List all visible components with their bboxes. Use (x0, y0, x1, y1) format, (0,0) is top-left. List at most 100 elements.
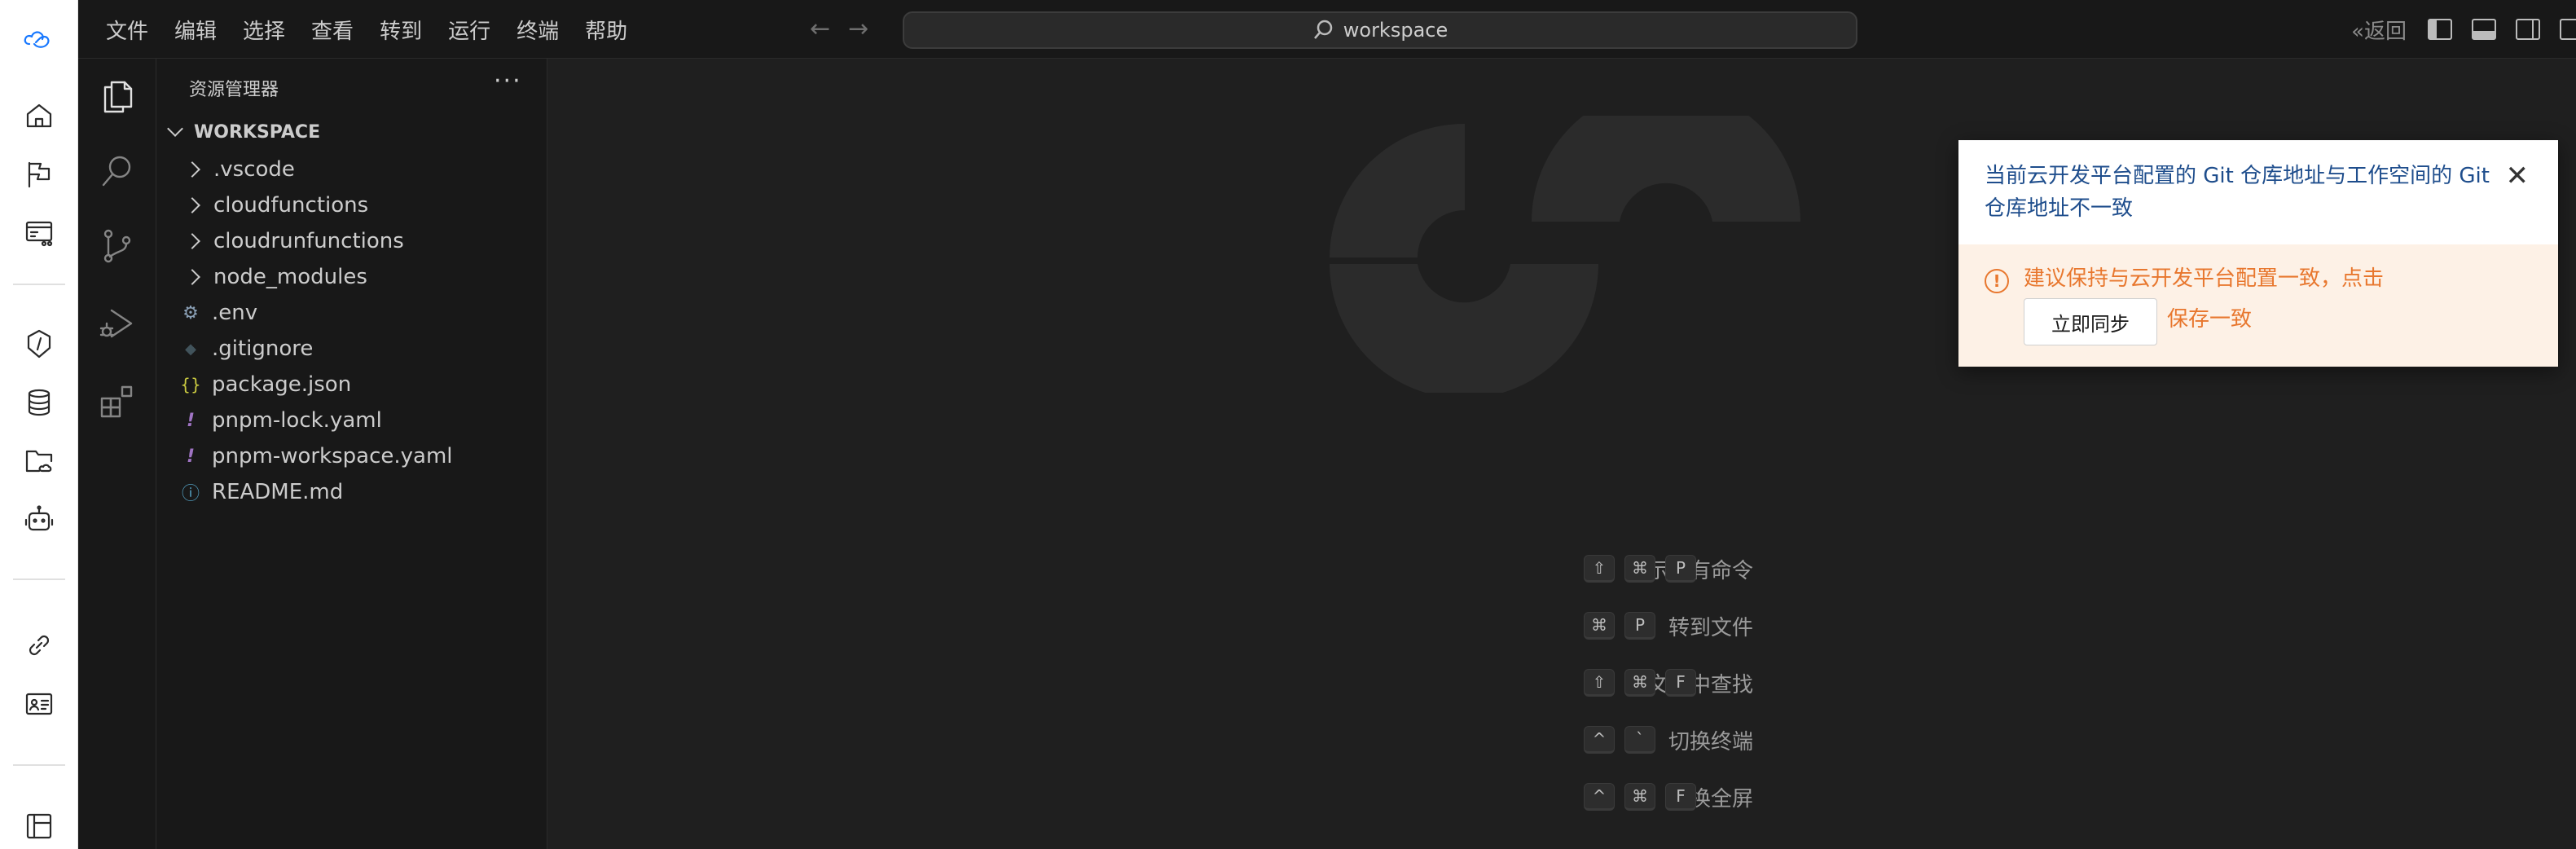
git-mismatch-notification: 当前云开发平台配置的 Git 仓库地址与工作空间的 Git 仓库地址不一致 ✕ … (1958, 140, 2558, 367)
tree-folder[interactable]: .vscode (156, 152, 546, 187)
shortcut-keys: ⇧ ⌘ F (1584, 669, 1696, 697)
toggle-primary-sidebar-icon[interactable] (2428, 19, 2452, 40)
history-nav: ← → (810, 15, 868, 44)
shortcut-row: 切换终端 ^ ` (547, 724, 2576, 756)
explorer-sidebar: 资源管理器 ··· WORKSPACE .vscode cloudfunctio… (156, 59, 547, 849)
chevron-right-icon (178, 197, 207, 213)
outer-app-rail (0, 0, 78, 849)
notification-warning-box: ! 建议保持与云开发平台配置一致，点击 立即同步 保存一致 (1958, 244, 2558, 367)
info-icon: ⓘ (181, 484, 200, 504)
link-icon[interactable] (20, 626, 59, 665)
menu-item-terminal[interactable]: 终端 (517, 15, 559, 45)
activity-bar (78, 59, 156, 849)
database-icon[interactable] (20, 383, 59, 422)
extensions-icon[interactable] (93, 376, 142, 425)
git-diamond-icon: ◆ (185, 340, 196, 358)
chevron-down-icon (167, 121, 183, 137)
arrow-left-icon[interactable]: ← (810, 15, 830, 44)
menu-item-run[interactable]: 运行 (448, 15, 490, 45)
robot-icon[interactable] (20, 500, 59, 539)
tree-folder[interactable]: node_modules (156, 259, 546, 295)
key-cap: ` (1624, 726, 1655, 754)
shortcut-row: 显示所有命令 ⇧ ⌘ P (547, 552, 2576, 585)
shortcut-keys: ⌘ P (1584, 612, 1655, 640)
key-cap: ⌘ (1584, 612, 1615, 640)
key-cap: ⌘ (1624, 783, 1655, 811)
menu-item-file[interactable]: 文件 (106, 15, 148, 45)
menu-item-help[interactable]: 帮助 (585, 15, 627, 45)
key-cap: ⌘ (1624, 555, 1655, 583)
panel-layout-icon[interactable] (20, 807, 59, 846)
warning-tail-text: 保存一致 (2167, 307, 2253, 332)
key-cap: ⌘ (1624, 669, 1655, 697)
home-icon[interactable] (20, 96, 59, 135)
tree-folder[interactable]: cloudfunctions (156, 187, 546, 223)
id-card-icon[interactable] (20, 684, 59, 724)
shortcut-keys: ^ ⌘ F (1584, 783, 1696, 811)
close-icon[interactable]: ✕ (2506, 160, 2530, 192)
shortcut-row: 切换全屏 ^ ⌘ F (547, 781, 2576, 813)
cloud-folder-icon[interactable] (20, 442, 59, 481)
menu-bar: 文件 编辑 选择 查看 转到 运行 终端 帮助 (106, 0, 653, 59)
key-cap: ^ (1584, 783, 1615, 811)
more-actions-icon[interactable]: ··· (494, 67, 522, 95)
tree-file-label: pnpm-lock.yaml (212, 408, 382, 433)
tree-file-label: package.json (212, 372, 352, 397)
search-icon[interactable] (93, 147, 142, 196)
warning-icon: ! (1985, 269, 2009, 293)
tree-file-label: .gitignore (212, 337, 314, 361)
tree-file[interactable]: ⓘ README.md (156, 474, 546, 510)
explorer-title: 资源管理器 (189, 80, 279, 100)
watermark-logo-icon (1330, 116, 1800, 393)
explorer-icon[interactable] (93, 72, 142, 121)
chevron-right-icon (178, 233, 207, 249)
chevron-right-icon (178, 269, 207, 285)
menu-item-edit[interactable]: 编辑 (174, 15, 217, 45)
tree-folder-label: .vscode (213, 157, 295, 182)
back-button[interactable]: «返回 (2351, 15, 2407, 45)
notification-message: 当前云开发平台配置的 Git 仓库地址与工作空间的 Git 仓库地址不一致 (1985, 164, 2490, 221)
customize-layout-icon[interactable] (2560, 19, 2576, 40)
run-debug-icon[interactable] (93, 300, 142, 349)
key-cap: F (1665, 669, 1696, 697)
tree-file-label: README.md (212, 480, 344, 504)
flag-icon[interactable] (20, 155, 59, 194)
shield-icon[interactable] (20, 324, 59, 363)
workspace-section-header[interactable]: WORKSPACE (165, 116, 320, 148)
command-center-search[interactable]: workspace (903, 11, 1857, 49)
toggle-panel-icon[interactable] (2472, 19, 2496, 40)
search-icon (1313, 20, 1332, 39)
tree-file[interactable]: ! pnpm-lock.yaml (156, 403, 546, 438)
tree-file-label: pnpm-workspace.yaml (212, 444, 453, 468)
sync-now-button[interactable]: 立即同步 (2024, 298, 2157, 345)
menu-item-view[interactable]: 查看 (311, 15, 354, 45)
tree-file[interactable]: ! pnpm-workspace.yaml (156, 438, 546, 474)
tree-file[interactable]: ◆ .gitignore (156, 331, 546, 367)
tree-file[interactable]: ⚙ .env (156, 295, 546, 331)
key-cap: ⇧ (1584, 669, 1615, 697)
arrow-right-icon[interactable]: → (848, 15, 868, 44)
tree-folder[interactable]: cloudrunfunctions (156, 223, 546, 259)
tree-file-label: .env (212, 301, 258, 325)
tree-folder-label: node_modules (213, 265, 367, 289)
gear-icon: ⚙ (182, 302, 199, 323)
toggle-secondary-sidebar-icon[interactable] (2516, 19, 2540, 40)
key-cap: ^ (1584, 726, 1615, 754)
key-cap: ⇧ (1584, 555, 1615, 583)
chevron-right-icon (178, 161, 207, 178)
cloud-logo-icon[interactable] (20, 20, 59, 59)
tree-folder-label: cloudrunfunctions (213, 229, 404, 253)
shortcut-row: 转到文件 ⌘ P (547, 609, 2576, 642)
tree-folder-label: cloudfunctions (213, 193, 369, 218)
source-control-icon[interactable] (93, 222, 142, 271)
tree-file[interactable]: {} package.json (156, 367, 546, 403)
dashboard-cart-icon[interactable] (20, 213, 59, 253)
title-right-tools: «返回 (2351, 0, 2576, 59)
warning-text: 建议保持与云开发平台配置一致，点击 (2024, 266, 2385, 291)
title-bar: 文件 编辑 选择 查看 转到 运行 终端 帮助 ← → workspace «返… (78, 0, 2576, 59)
key-cap: F (1665, 783, 1696, 811)
key-cap: P (1624, 612, 1655, 640)
menu-item-go[interactable]: 转到 (380, 15, 422, 45)
yaml-exclamation-icon: ! (186, 410, 196, 431)
menu-item-selection[interactable]: 选择 (243, 15, 285, 45)
